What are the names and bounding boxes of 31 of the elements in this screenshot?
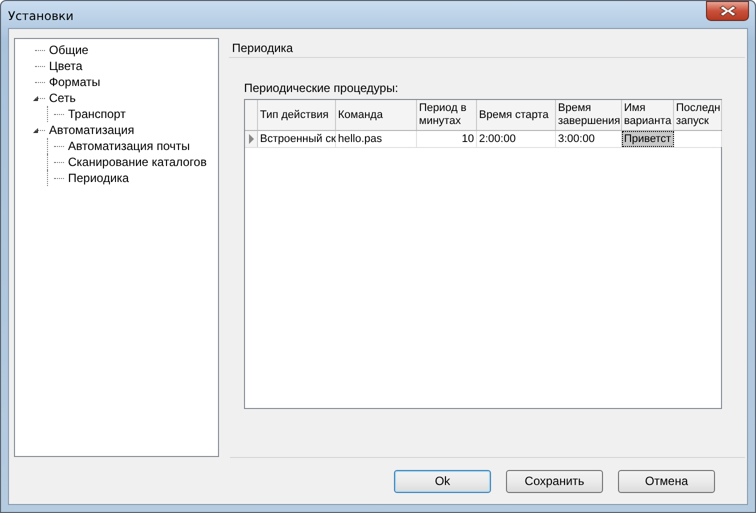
expander-icon[interactable] [32,96,38,100]
page-title: Периодика [229,38,745,58]
grid-label: Периодические процедуры: [244,81,400,95]
tree-item[interactable]: Периодика [67,171,130,185]
dialog-button[interactable]: Отмена [618,470,715,492]
column-header[interactable]: Период в минутах [417,100,477,130]
tree-item[interactable]: Общие [48,43,90,57]
dialog-button[interactable]: Сохранить [506,470,603,492]
column-header[interactable]: Тип действия [258,100,336,130]
column-header[interactable]: Время завершения [556,100,622,130]
close-button[interactable] [706,0,749,20]
tree-item[interactable]: Цвета [48,59,84,73]
column-header[interactable]: Последн запуск [674,100,722,130]
column-header[interactable]: Имя варианта [622,100,674,130]
close-icon [718,4,736,16]
tree-item[interactable]: Сеть [48,91,77,105]
column-header[interactable]: Команда [336,100,417,130]
tree-item[interactable]: Транспорт [67,107,127,121]
tree-item[interactable]: Форматы [48,75,102,89]
tree-item[interactable]: Автоматизация почты [67,139,191,153]
tree-item[interactable]: Автоматизация [48,123,136,137]
tree-item[interactable]: Сканирование каталогов [67,155,208,169]
expander-icon[interactable] [32,128,38,132]
table-cell: Встроенный ск [260,133,336,145]
window-title: Установки [8,8,74,22]
table-cell: 3:00:00 [558,133,595,145]
column-header[interactable]: Время старта [477,100,556,130]
table-cell: 2:00:00 [479,133,516,145]
table-cell: 10 [462,133,474,145]
dialog-button[interactable]: Ok [394,470,491,492]
table-cell: hello.pas [338,133,382,145]
